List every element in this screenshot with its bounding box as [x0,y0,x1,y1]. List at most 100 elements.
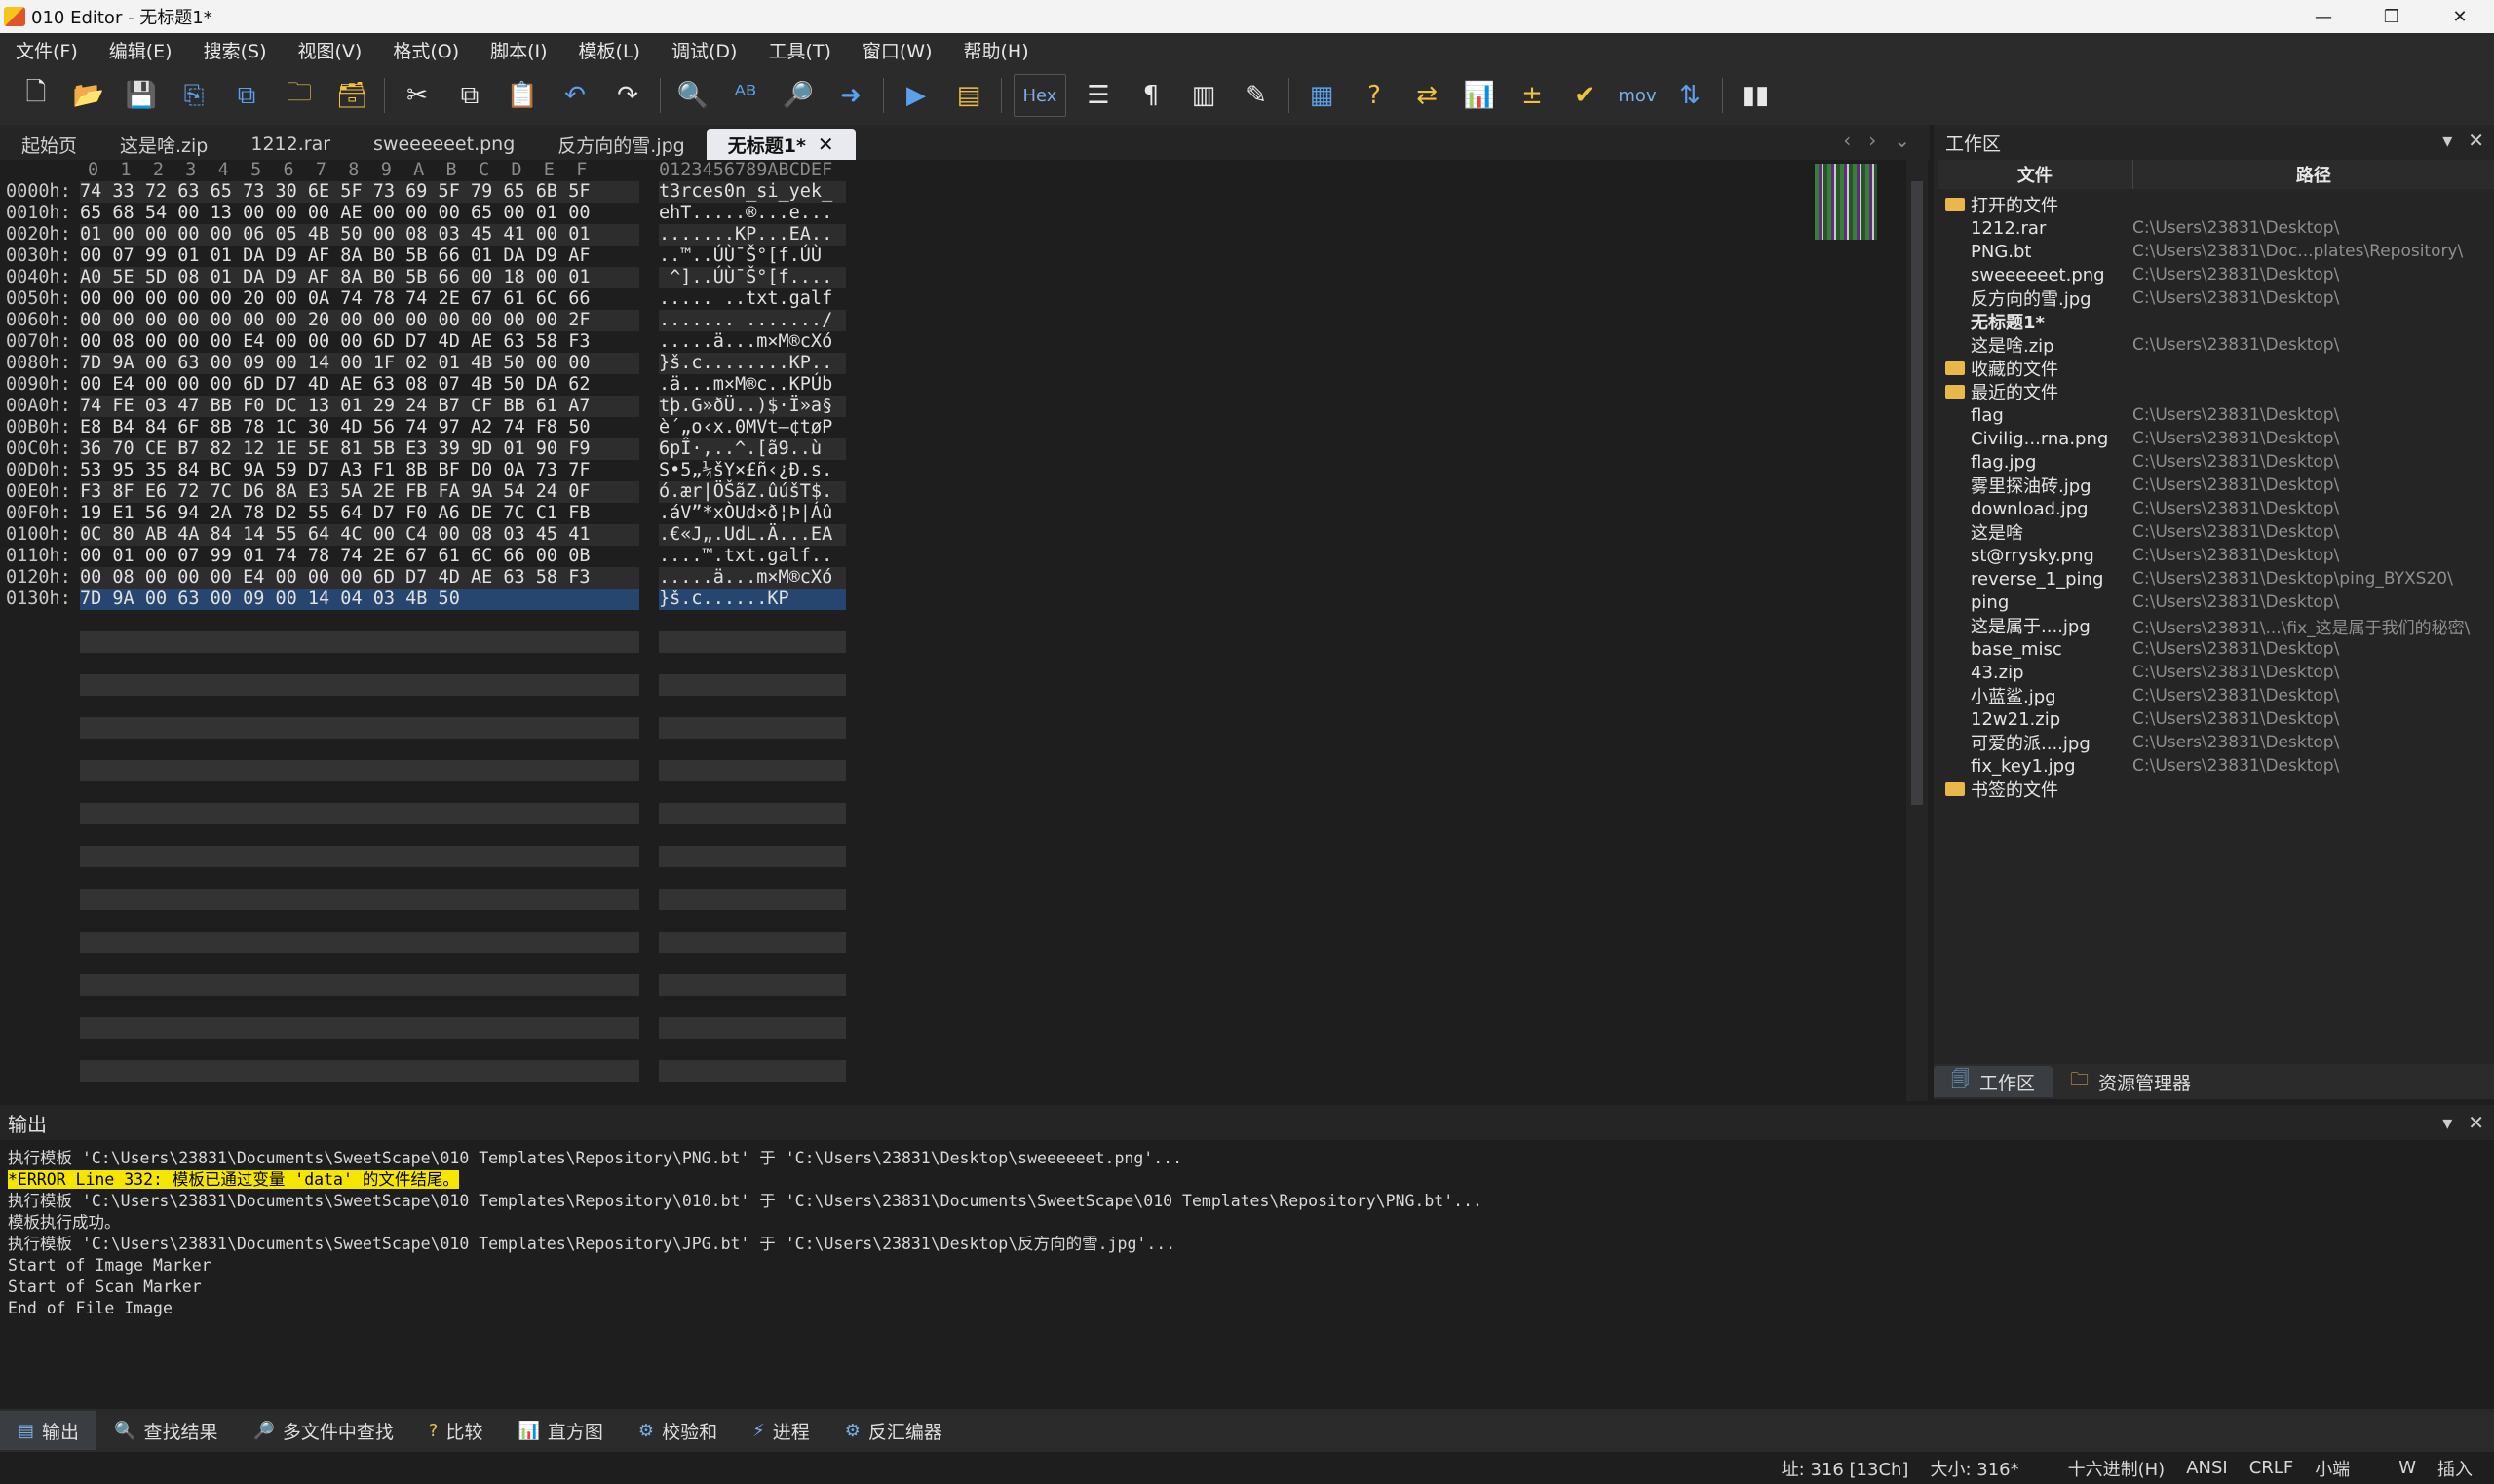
hex-row[interactable]: 00D0h: 53 95 35 84 BC 9A 59 D7 A3 F1 8B B… [0,460,1832,481]
hex-row[interactable]: 0000h: 74 33 72 63 65 73 30 6E 5F 73 69 5… [0,181,1832,203]
hex-vertical-scrollbar[interactable] [1906,160,1928,1101]
hex-bytes[interactable]: A0 5E 5D 08 01 DA D9 AF 8A B0 5B 66 00 1… [80,267,590,287]
status-mode[interactable]: 十六进制(H) [2068,1456,2166,1481]
hex-bytes[interactable]: 74 FE 03 47 BB F0 DC 13 01 29 24 B7 CF B… [80,396,590,416]
highlight-icon[interactable]: ✎ [1236,75,1277,116]
menu-tools[interactable]: 工具(T) [752,37,846,63]
hex-row[interactable]: 0020h: 01 00 00 00 00 06 05 4B 50 00 08 0… [0,224,1832,246]
tab-start-page[interactable]: 起始页 [0,129,98,160]
hex-bytes[interactable]: 00 08 00 00 00 E4 00 00 00 6D D7 4D AE 6… [80,331,590,352]
hex-bytes[interactable]: 00 E4 00 00 00 6D D7 4D AE 63 08 07 4B 5… [80,374,590,395]
hex-editor[interactable]: 0 1 2 3 4 5 6 7 8 9 A B C D E F 01234567… [0,160,1928,1101]
hex-row[interactable]: 0130h: 7D 9A 00 63 00 09 00 14 04 03 4B 5… [0,589,1832,610]
ascii-text[interactable]: t3rces0n_si_yek_ [659,181,832,202]
ascii-text[interactable]: .....ä...m×M®cXó [659,331,832,352]
hex-row[interactable]: 00F0h: 19 E1 56 94 2A 78 D2 55 64 D7 F0 A… [0,503,1832,524]
workspace-file-item[interactable]: 1212.rar C:\Users\23831\Desktop\ [1934,216,2494,240]
histogram-icon[interactable]: 📊 [1459,75,1500,116]
goto-icon[interactable]: ➜ [830,75,871,116]
calculator-icon[interactable]: ▦ [1301,75,1342,116]
tab-find-in-files[interactable]: 🔎 多文件中查找 [235,1411,410,1450]
workspace-file-item[interactable]: 小蓝鲨.jpg C:\Users\23831\Desktop\ [1934,684,2494,707]
workspace-group[interactable]: 打开的文件 [1934,193,2494,216]
disassembler-button[interactable]: mov [1617,75,1658,116]
ascii-text[interactable]: .....ä...m×M®cXó [659,567,832,588]
maximize-button[interactable]: ❐ [2358,0,2426,33]
ascii-text[interactable]: .áV”*xÒUd×ð¦Þ|Áû [659,503,832,523]
ascii-text[interactable]: ..... ..txt.galf [659,288,832,309]
hex-bytes[interactable]: E8 B4 84 6F 8B 78 1C 30 4D 56 74 97 A2 7… [80,417,590,438]
hex-row[interactable]: 0110h: 00 01 00 07 99 01 74 78 74 2E 67 6… [0,546,1832,567]
status-charset[interactable]: ANSI [2186,1458,2228,1478]
status-line-ending[interactable]: CRLF [2249,1458,2293,1478]
workspace-file-item[interactable]: 无标题1* [1934,310,2494,333]
tab-output[interactable]: ▤ 输出 [0,1411,97,1450]
save-all-icon[interactable]: ⧉ [226,75,267,116]
workspace-group[interactable]: 收藏的文件 [1934,357,2494,380]
ascii-text[interactable]: S•5„¼šY×£ñ‹¿Ð.s. [659,460,832,480]
cut-icon[interactable]: ✂ [397,75,438,116]
close-window-button[interactable]: ✕ [2426,0,2494,33]
workspace-file-item[interactable]: 这是啥.zip C:\Users\23831\Desktop\ [1934,333,2494,357]
workspace-file-item[interactable]: PNG.bt C:\Users\23831\Doc...plates\Reposi… [1934,240,2494,263]
workspace-file-item[interactable]: reverse_1_ping C:\Users\23831\Desktop\pin… [1934,567,2494,590]
hex-bytes[interactable]: 00 01 00 07 99 01 74 78 74 2E 67 61 6C 6… [80,546,590,566]
menu-help[interactable]: 帮助(H) [948,37,1045,63]
ascii-text[interactable]: ....™.txt.galf.. [659,546,832,566]
tab-rar-file[interactable]: 1212.rar [229,129,352,160]
hex-bytes[interactable]: 00 07 99 01 01 DA D9 AF 8A B0 5B 66 01 D… [80,246,590,266]
tab-next-icon[interactable]: › [1868,129,1876,152]
path-column-header[interactable]: 路径 [2133,160,2494,189]
hex-bytes[interactable]: 53 95 35 84 BC 9A 59 D7 A3 F1 8B BF D0 0… [80,460,590,480]
workspace-file-item[interactable]: st@rrysky.png C:\Users\23831\Desktop\ [1934,544,2494,567]
hex-bytes[interactable]: 7D 9A 00 63 00 09 00 14 04 03 4B 50 [80,589,460,609]
hex-bytes[interactable]: 36 70 CE B7 82 12 1E 5E 81 5B E3 39 9D 0… [80,438,590,459]
tab-png-file[interactable]: sweeeeeet.png [352,129,536,160]
menu-view[interactable]: 视图(V) [283,37,378,63]
base-converter-icon[interactable]: ⇅ [1669,75,1710,116]
output-log[interactable]: 执行模板 'C:\Users\23831\Documents\SweetScap… [0,1140,2494,1327]
hex-row[interactable]: 00B0h: E8 B4 84 6F 8B 78 1C 30 4D 56 74 9… [0,417,1832,438]
ascii-text[interactable]: ..™..ÚÙ¯Š°[f.ÚÙ [659,246,822,266]
hex-row[interactable]: 0100h: 0C 80 AB 4A 84 14 55 64 4C 00 C4 0… [0,524,1832,546]
file-column-header[interactable]: 文件 [1938,160,2133,189]
workspace-group[interactable]: 最近的文件 [1934,380,2494,403]
workspace-file-item[interactable]: 43.zip C:\Users\23831\Desktop\ [1934,661,2494,684]
menu-format[interactable]: 格式(O) [377,37,475,63]
copy-icon[interactable]: ⧉ [449,75,490,116]
replace-icon[interactable]: ᴬᴮ [725,75,766,116]
workspace-icon[interactable]: 🗃 [331,75,372,116]
minimize-button[interactable]: — [2289,0,2358,33]
hex-row[interactable]: 00A0h: 74 FE 03 47 BB F0 DC 13 01 29 24 B… [0,396,1832,417]
hex-row[interactable]: 0070h: 00 08 00 00 00 E4 00 00 00 6D D7 4… [0,331,1832,353]
checksum-icon[interactable]: ± [1512,75,1553,116]
hex-row[interactable]: 0050h: 00 00 00 00 00 20 00 0A 74 78 74 2… [0,288,1832,310]
menu-search[interactable]: 搜索(S) [188,37,283,63]
output-menu-icon[interactable]: ▾ [2442,1111,2452,1134]
columns-icon[interactable]: ▥ [1183,75,1224,116]
workspace-group[interactable]: 书签的文件 [1934,778,2494,801]
menu-window[interactable]: 窗口(W) [847,37,948,63]
tab-zip-file[interactable]: 这是啥.zip [98,129,229,160]
workspace-file-item[interactable]: ping C:\Users\23831\Desktop\ [1934,590,2494,614]
ascii-text[interactable]: }š.c........KP.. [659,353,832,373]
run-script-icon[interactable]: ▶ [896,75,937,116]
hex-bytes[interactable]: 00 08 00 00 00 E4 00 00 00 6D D7 4D AE 6… [80,567,590,588]
hex-mode-button[interactable]: Hex [1014,74,1066,117]
hex-bytes[interactable]: 19 E1 56 94 2A 78 D2 55 64 D7 F0 A6 DE 7… [80,503,590,523]
tab-find-results[interactable]: 🔍 查找结果 [96,1411,235,1450]
tab-explorer[interactable]: 🗀 资源管理器 [2053,1066,2208,1097]
tab-checksum[interactable]: ⚙ 校验和 [621,1411,735,1450]
tab-disassembler[interactable]: ⚙ 反汇编器 [827,1411,960,1450]
ascii-text[interactable]: ó.ær|ÖŠãZ.ûúšT$. [659,481,832,502]
hex-bytes[interactable]: 00 00 00 00 00 20 00 0A 74 78 74 2E 67 6… [80,288,590,309]
paste-icon[interactable]: 📋 [502,75,543,116]
tab-process[interactable]: ⚡ 进程 [735,1411,827,1450]
ascii-text[interactable]: .€«J„.UdL.Ä...EA [659,524,832,545]
hex-bytes[interactable]: 0C 80 AB 4A 84 14 55 64 4C 00 C4 00 08 0… [80,524,590,545]
tab-prev-icon[interactable]: ‹ [1843,129,1851,152]
hex-row[interactable]: 0060h: 00 00 00 00 00 00 00 20 00 00 00 0… [0,310,1832,331]
ascii-text[interactable]: ^]..ÚÙ¯Š°[f.... [659,267,832,287]
status-insert-mode[interactable]: 插入 [2437,1456,2473,1481]
tab-jpg-file[interactable]: 反方向的雪.jpg [536,129,706,160]
